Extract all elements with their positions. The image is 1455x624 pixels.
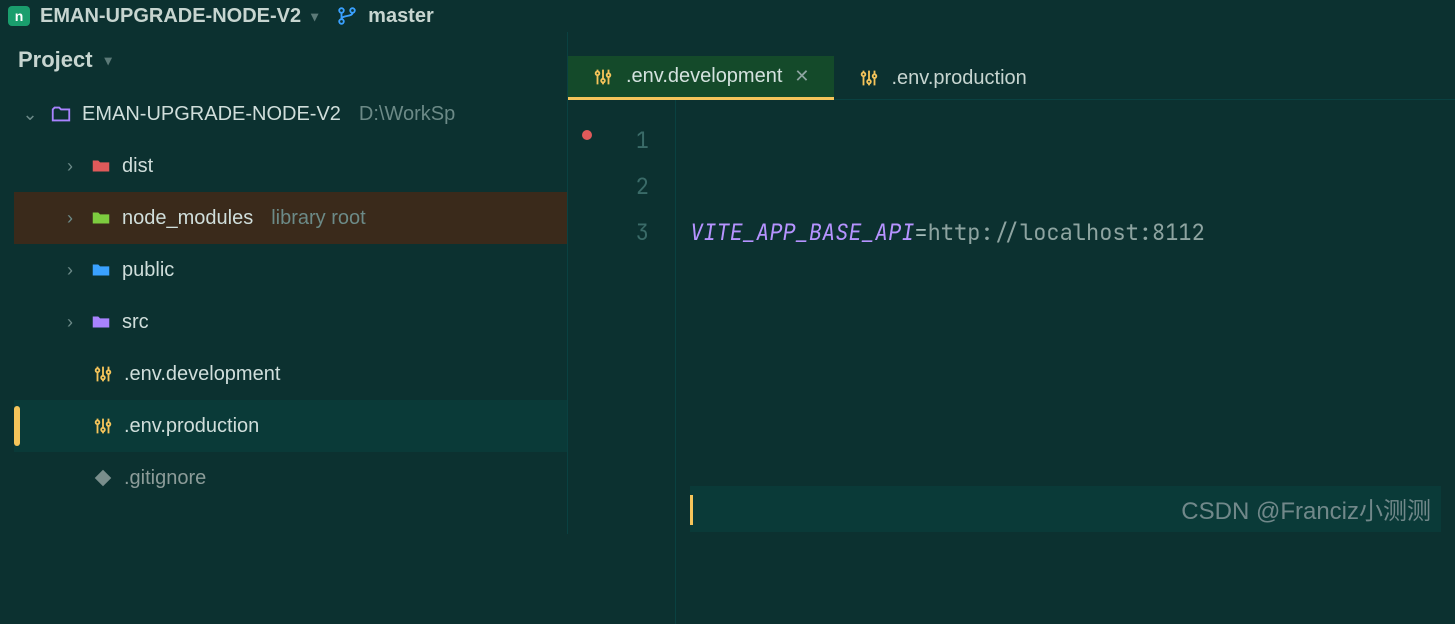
item-label: .gitignore xyxy=(124,467,206,490)
sliders-icon xyxy=(92,363,114,385)
code-line[interactable]: VITE_APP_BASE_API=http://localhost:8112 xyxy=(690,210,1441,256)
root-path: D:\WorkSp xyxy=(359,103,455,126)
code-editor[interactable]: 1 2 3 VITE_APP_BASE_API=http://localhost… xyxy=(568,100,1455,624)
item-label: dist xyxy=(122,155,153,178)
tree-item-public[interactable]: › public xyxy=(14,244,567,296)
modified-dot-icon xyxy=(582,130,592,140)
code-line[interactable] xyxy=(690,348,1441,394)
branch-switcher[interactable]: master xyxy=(336,5,434,28)
chevron-down-icon: ▾ xyxy=(105,52,112,69)
watermark-text: CSDN @Franciz小测测 xyxy=(1181,491,1431,526)
line-number: 3 xyxy=(568,210,649,256)
folder-open-icon xyxy=(50,103,72,125)
item-label: .env.development xyxy=(124,363,280,386)
tree-item-dist[interactable]: › dist xyxy=(14,140,567,192)
token-variable: VITE_APP_BASE_API xyxy=(690,218,914,247)
code-content[interactable]: VITE_APP_BASE_API=http://localhost:8112 xyxy=(676,100,1455,624)
sliders-icon xyxy=(858,67,880,89)
branch-icon xyxy=(336,5,358,27)
text-cursor xyxy=(690,495,693,525)
line-number: 2 xyxy=(568,164,649,210)
root-name: EMAN-UPGRADE-NODE-V2 xyxy=(82,103,341,126)
folder-icon xyxy=(90,155,112,177)
chevron-right-icon: › xyxy=(60,156,80,177)
chevron-right-icon: › xyxy=(60,260,80,281)
diamond-icon xyxy=(92,467,114,489)
tab-label: .env.production xyxy=(892,67,1027,90)
project-tree: ⌄ EMAN-UPGRADE-NODE-V2 D:\WorkSp › dist … xyxy=(0,88,567,504)
editor-area: .env.development ✕ .env.production 1 2 3… xyxy=(568,32,1455,534)
chevron-right-icon: › xyxy=(60,312,80,333)
line-number: 1 xyxy=(568,118,649,164)
item-aux: library root xyxy=(271,207,365,230)
folder-code-icon xyxy=(90,311,112,333)
topbar: n EMAN-UPGRADE-NODE-V2 ▾ master xyxy=(0,0,1455,32)
project-badge-icon: n xyxy=(8,6,30,26)
tree-item-node-modules[interactable]: › node_modules library root xyxy=(14,192,567,244)
item-label: .env.production xyxy=(124,415,259,438)
project-name: EMAN-UPGRADE-NODE-V2 xyxy=(40,5,301,28)
sliders-icon xyxy=(92,415,114,437)
sliders-icon xyxy=(592,66,614,88)
item-label: src xyxy=(122,311,149,334)
tree-item-src[interactable]: › src xyxy=(14,296,567,348)
tree-item-gitignore[interactable]: .gitignore xyxy=(14,452,567,504)
tab-label: .env.development xyxy=(626,65,782,88)
tree-item-env-prod[interactable]: .env.production xyxy=(14,400,567,452)
chevron-down-icon: ⌄ xyxy=(20,104,40,125)
item-label: public xyxy=(122,259,174,282)
chevron-down-icon: ▾ xyxy=(311,8,318,25)
chevron-right-icon: › xyxy=(60,208,80,229)
tree-item-env-dev[interactable]: .env.development xyxy=(14,348,567,400)
project-tool-window: Project ▾ ⌄ EMAN-UPGRADE-NODE-V2 D:\Work… xyxy=(0,32,568,534)
tree-root[interactable]: ⌄ EMAN-UPGRADE-NODE-V2 D:\WorkSp xyxy=(14,88,567,140)
close-icon[interactable]: ✕ xyxy=(794,66,809,87)
tab-env-production[interactable]: .env.production xyxy=(834,56,1051,100)
folder-js-icon xyxy=(90,207,112,229)
item-label: node_modules xyxy=(122,207,253,230)
tab-env-development[interactable]: .env.development ✕ xyxy=(568,56,834,100)
sidebar-title[interactable]: Project ▾ xyxy=(0,32,567,88)
line-gutter: 1 2 3 xyxy=(568,100,676,624)
branch-name: master xyxy=(368,5,434,28)
folder-web-icon xyxy=(90,259,112,281)
editor-tabs: .env.development ✕ .env.production xyxy=(568,32,1455,100)
token-value: http://localhost:8112 xyxy=(928,218,1205,247)
project-switcher[interactable]: n EMAN-UPGRADE-NODE-V2 ▾ xyxy=(8,5,318,28)
token-equals: = xyxy=(914,218,927,247)
